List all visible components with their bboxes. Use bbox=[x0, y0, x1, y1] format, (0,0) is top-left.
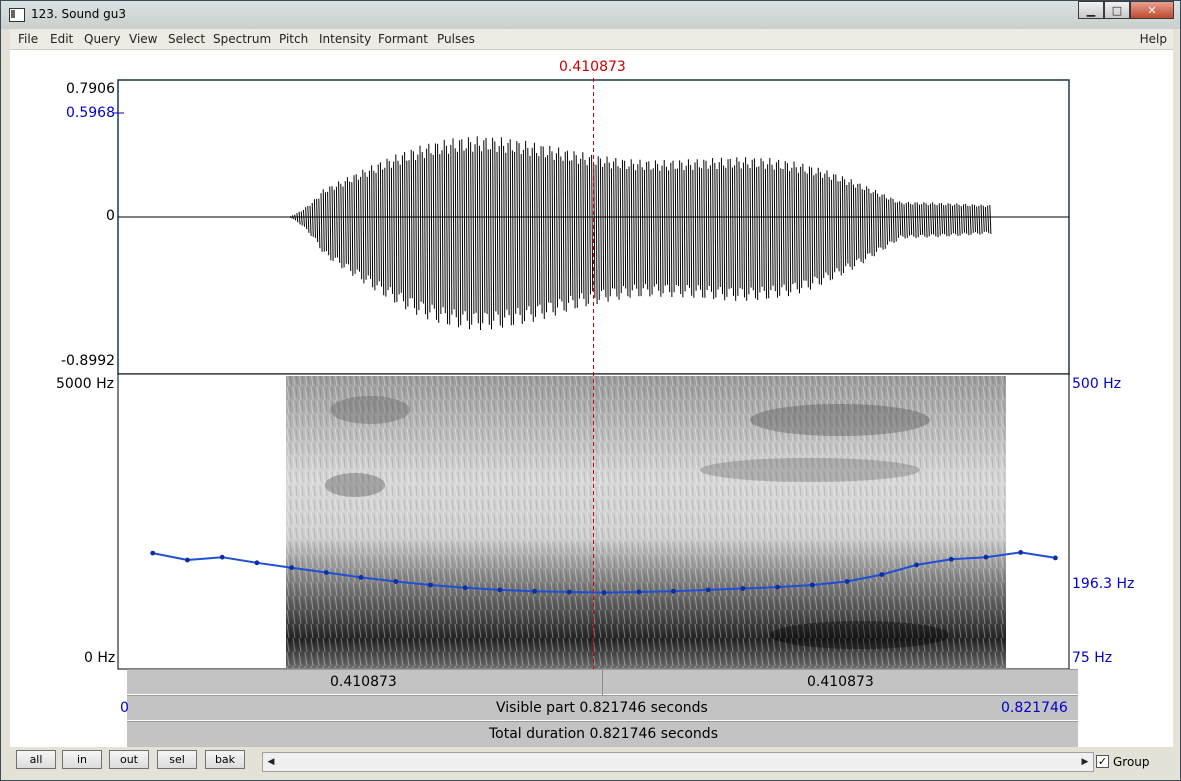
formant-blob bbox=[750, 404, 930, 436]
pitch-point bbox=[705, 587, 711, 593]
menu-edit[interactable]: Edit bbox=[50, 32, 73, 46]
menu-select[interactable]: Select bbox=[168, 32, 205, 46]
menu-formant[interactable]: Formant bbox=[378, 32, 428, 46]
group-checkbox[interactable]: ✓ bbox=[1096, 755, 1109, 768]
pitch-point bbox=[948, 556, 954, 562]
pitch-point bbox=[393, 579, 399, 584]
pitch-point bbox=[150, 550, 156, 556]
formant-blob bbox=[770, 621, 950, 649]
time-scrollbar[interactable]: ◀ ▶ bbox=[262, 752, 1094, 772]
maximize-button[interactable]: □ bbox=[1104, 1, 1130, 19]
pitch-point bbox=[428, 582, 433, 588]
close-button[interactable]: ✕ bbox=[1130, 1, 1174, 19]
pitch-point bbox=[601, 590, 607, 595]
zoom-selection-button[interactable]: sel bbox=[157, 750, 197, 769]
total-duration-label: Total duration 0.821746 seconds bbox=[489, 726, 718, 742]
formant-blob bbox=[330, 396, 410, 424]
group-label: Group bbox=[1113, 755, 1150, 769]
total-duration-bar[interactable]: Total duration 0.821746 seconds bbox=[127, 721, 1078, 747]
pitch-point bbox=[810, 582, 815, 588]
zoom-out-button[interactable]: out bbox=[109, 750, 149, 769]
menu-spectrum[interactable]: Spectrum bbox=[213, 32, 271, 46]
scroll-left-icon[interactable]: ◀ bbox=[263, 753, 279, 771]
pitch-point bbox=[532, 588, 537, 594]
pitch-point bbox=[983, 554, 989, 560]
menu-file[interactable]: File bbox=[18, 32, 38, 46]
pitch-point bbox=[671, 588, 676, 594]
app-icon bbox=[9, 8, 25, 22]
title-bar[interactable]: 123. Sound gu3 ▁ □ ✕ bbox=[1, 1, 1180, 29]
pitch-point bbox=[219, 554, 225, 560]
menu-bar: File Edit Query View Select Spectrum Pit… bbox=[10, 29, 1173, 50]
zoom-back-button[interactable]: bak bbox=[205, 750, 245, 769]
pitch-point bbox=[1018, 550, 1024, 555]
praat-sound-window: 123. Sound gu3 ▁ □ ✕ File Edit Query Vie… bbox=[0, 0, 1181, 781]
pitch-point bbox=[636, 589, 642, 595]
editor-canvas[interactable]: 0.410873 0.7906 0.5968 0 -0.8992 5000 Hz… bbox=[10, 50, 1173, 747]
pitch-point bbox=[358, 575, 364, 580]
menu-query[interactable]: Query bbox=[84, 32, 120, 46]
menu-pitch[interactable]: Pitch bbox=[279, 32, 308, 46]
pitch-point bbox=[879, 572, 885, 577]
menu-pulses[interactable]: Pulses bbox=[437, 32, 475, 46]
right-segment-time: 0.410873 bbox=[807, 674, 874, 690]
visible-part-label: Visible part 0.821746 seconds bbox=[496, 700, 708, 716]
pitch-point bbox=[185, 557, 190, 563]
pitch-point bbox=[775, 584, 781, 590]
menu-intensity[interactable]: Intensity bbox=[319, 32, 371, 46]
visible-part-bar[interactable]: Visible part 0.821746 seconds bbox=[127, 695, 1078, 720]
pitch-point bbox=[462, 585, 468, 591]
zoom-in-button[interactable]: in bbox=[62, 750, 102, 769]
menu-view[interactable]: View bbox=[129, 32, 157, 46]
window-title: 123. Sound gu3 bbox=[31, 7, 126, 21]
selection-bar[interactable]: 0.410873 0.410873 bbox=[127, 669, 1078, 695]
minimize-button[interactable]: ▁ bbox=[1078, 1, 1104, 19]
pitch-point bbox=[844, 579, 850, 584]
formant-blob bbox=[700, 458, 920, 482]
formant-blob bbox=[325, 473, 385, 497]
pitch-point bbox=[497, 587, 503, 593]
visible-start-time: 0 bbox=[120, 700, 129, 716]
pitch-point bbox=[323, 570, 329, 575]
visible-end-time: 0.821746 bbox=[1001, 700, 1068, 716]
menu-help[interactable]: Help bbox=[1140, 32, 1167, 46]
scroll-right-icon[interactable]: ▶ bbox=[1077, 753, 1093, 771]
pitch-point bbox=[740, 586, 746, 591]
signal-plot[interactable] bbox=[10, 50, 1173, 747]
pitch-point bbox=[1053, 555, 1058, 561]
left-segment-time: 0.410873 bbox=[330, 674, 397, 690]
pitch-point bbox=[289, 565, 294, 571]
bottom-toolbar: all in out sel bak ◀ ▶ ✓ Group bbox=[10, 747, 1173, 777]
pitch-point bbox=[566, 589, 572, 595]
zoom-all-button[interactable]: all bbox=[16, 750, 56, 769]
pitch-point bbox=[914, 562, 919, 568]
pitch-point bbox=[254, 560, 260, 566]
